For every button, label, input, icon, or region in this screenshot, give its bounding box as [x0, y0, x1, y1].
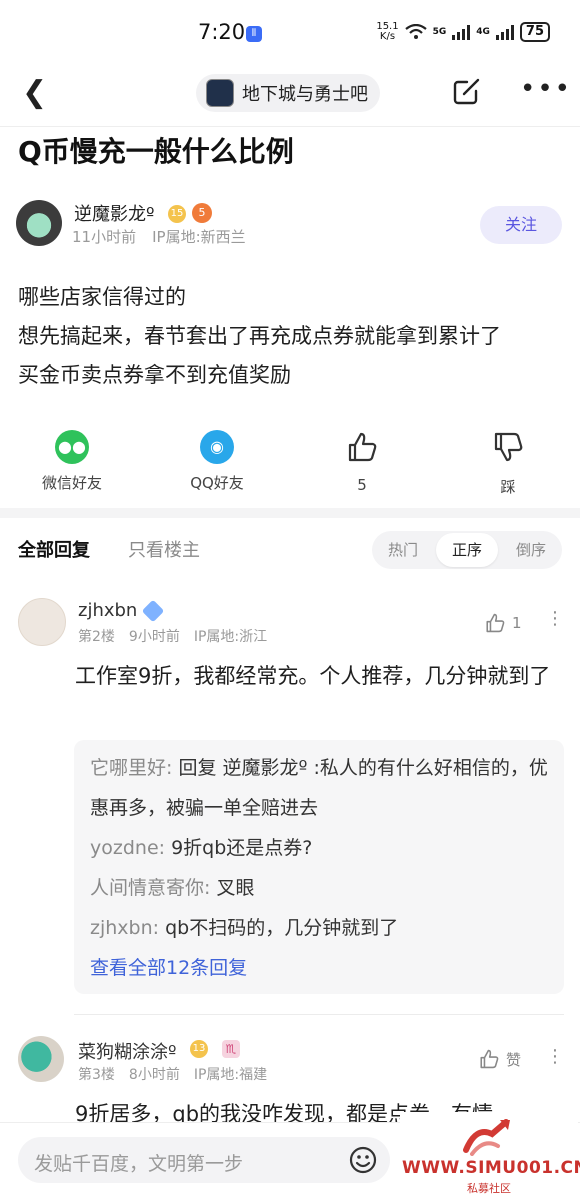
- sort-toggle: 热门 正序 倒序: [372, 531, 562, 569]
- sort-descending[interactable]: 倒序: [500, 531, 562, 569]
- more-icon[interactable]: •••: [520, 76, 572, 102]
- reply-ip: IP属地:浙江: [193, 629, 268, 645]
- post-body-line: 哪些店家信得过的: [18, 285, 186, 309]
- sub-reply-user[interactable]: 它哪里好:: [90, 757, 172, 779]
- fire-badge-icon: 5: [192, 203, 212, 223]
- sort-ascending[interactable]: 正序: [436, 533, 498, 567]
- signal-bars-2-icon: [495, 24, 514, 40]
- sub-reply: 它哪里好: 回复 逆魔影龙º :私人的有什么好相信的，优惠再多，被骗一单全赔进去: [90, 748, 550, 828]
- status-time: 7:20: [198, 20, 246, 44]
- post-time: 11小时前: [72, 228, 137, 246]
- thumbs-down-icon: [494, 432, 523, 462]
- reply-more-icon[interactable]: ⋮: [546, 610, 564, 628]
- signal-label-1: 5G: [432, 27, 447, 37]
- zodiac-badge-icon: ♏: [222, 1040, 240, 1058]
- reply-like-count: 1: [512, 614, 522, 632]
- sort-hot[interactable]: 热门: [372, 531, 434, 569]
- follow-button[interactable]: 关注: [480, 206, 562, 244]
- sub-reply-user[interactable]: yozdne:: [90, 837, 165, 859]
- reply-floor: 第3楼: [78, 1067, 115, 1083]
- dislike-label: 踩: [500, 478, 516, 496]
- tab-owner-only[interactable]: 只看楼主: [128, 536, 200, 562]
- section-divider: [0, 508, 580, 518]
- reply-meta: 第3楼 8小时前 IP属地:福建: [78, 1064, 267, 1084]
- post-ip: IP属地:新西兰: [152, 228, 246, 246]
- reply-avatar[interactable]: [18, 1036, 64, 1082]
- sub-reply-text: qb不扫码的，几分钟就到了: [165, 917, 399, 939]
- sub-replies[interactable]: 它哪里好: 回复 逆魔影龙º :私人的有什么好相信的，优惠再多，被骗一单全赔进去…: [74, 740, 564, 994]
- watermark-logo-icon: [463, 1119, 510, 1156]
- top-nav: ❮ 地下城与勇士吧 •••: [0, 62, 580, 127]
- wechat-label: 微信好友: [41, 474, 102, 492]
- watermark-name: 私募社区: [467, 1182, 511, 1195]
- reply-like-button[interactable]: 1: [484, 612, 522, 634]
- forum-avatar-icon: [206, 79, 234, 107]
- wifi-icon: [404, 24, 427, 39]
- signal-bars-1-icon: [452, 24, 471, 40]
- comment-placeholder: 发贴千百度，文明第一步: [34, 1153, 244, 1175]
- author-avatar[interactable]: [16, 200, 62, 246]
- net-speed: 15.1 K/s: [376, 21, 399, 42]
- qq-label: QQ好友: [190, 474, 244, 492]
- tab-all-replies[interactable]: 全部回复: [18, 536, 90, 562]
- wechat-icon: ●●: [55, 430, 89, 464]
- back-icon[interactable]: ❮: [22, 78, 47, 108]
- reply-author[interactable]: zjhxbn: [78, 600, 137, 621]
- post-body: 哪些店家信得过的 想先搞起来，春节套出了再充成点券就能拿到累计了 买金币卖点券拿…: [18, 278, 568, 395]
- comment-input[interactable]: 发贴千百度，文明第一步: [18, 1137, 390, 1183]
- sub-reply: 人间情意寄你: 叉眼: [90, 868, 550, 908]
- view-all-replies-link[interactable]: 查看全部12条回复: [90, 948, 550, 988]
- thumbs-up-icon: [486, 613, 505, 633]
- battery-level: 75: [519, 22, 550, 42]
- like-button[interactable]: 5: [312, 430, 412, 494]
- sub-reply-text: 9折qb还是点券?: [171, 837, 313, 859]
- reply-time: 8小时前: [128, 1067, 180, 1083]
- reply-text: 工作室9折，我都经常充。个人推荐，几分钟就到了: [75, 664, 551, 688]
- sub-reply-user[interactable]: zjhxbn:: [90, 917, 159, 939]
- signal-label-2: 4G: [476, 27, 490, 37]
- diamond-badge-icon: [141, 599, 165, 623]
- reply-author[interactable]: 菜狗糊涂涂º: [78, 1038, 176, 1064]
- watermark: WWW.SIMU001.CN 私募社区: [400, 1112, 580, 1196]
- reply-divider: [74, 1014, 564, 1015]
- post-title: Q币慢充一般什么比例: [18, 135, 294, 168]
- thumbs-up-icon: [480, 1049, 499, 1069]
- voice-indicator-icon: ⦀: [246, 26, 262, 42]
- level-badge: 15: [168, 205, 186, 223]
- reply-ip: IP属地:福建: [193, 1067, 268, 1083]
- post-body-line: 买金币卖点券拿不到充值奖励: [18, 363, 291, 387]
- post-body-line: 想先搞起来，春节套出了再充成点券就能拿到累计了: [18, 324, 501, 348]
- reply-like-button[interactable]: 赞: [478, 1048, 521, 1070]
- thumbs-up-icon: [348, 432, 377, 462]
- forum-name: 地下城与勇士吧: [242, 84, 368, 105]
- emoji-icon[interactable]: [348, 1145, 378, 1175]
- share-icon[interactable]: [452, 76, 482, 106]
- watermark-url: WWW.SIMU001.CN: [402, 1158, 580, 1178]
- share-wechat-button[interactable]: ●● 微信好友: [22, 430, 122, 493]
- reply-avatar[interactable]: [18, 598, 66, 646]
- sub-reply-user[interactable]: 人间情意寄你:: [90, 877, 210, 899]
- post-meta: 11小时前 IP属地:新西兰: [72, 226, 246, 247]
- dislike-button[interactable]: 踩: [458, 430, 558, 497]
- author-name[interactable]: 逆魔影龙º: [74, 200, 154, 226]
- sub-reply: zjhxbn: qb不扫码的，几分钟就到了: [90, 908, 550, 948]
- sub-reply: yozdne: 9折qb还是点券?: [90, 828, 550, 868]
- like-count: 5: [357, 476, 367, 494]
- reply-like-label: 赞: [506, 1050, 522, 1069]
- reply-more-icon[interactable]: ⋮: [546, 1048, 564, 1066]
- status-indicators: 15.1 K/s 5G 4G 75: [376, 22, 550, 42]
- share-qq-button[interactable]: ◉ QQ好友: [167, 430, 267, 493]
- reply-floor: 第2楼: [78, 629, 115, 645]
- level-badge: 13: [190, 1040, 208, 1058]
- forum-pill[interactable]: 地下城与勇士吧: [196, 74, 380, 112]
- reply-meta: 第2楼 9小时前 IP属地:浙江: [78, 626, 267, 646]
- sub-reply-text: 叉眼: [216, 877, 255, 899]
- qq-icon: ◉: [200, 430, 234, 464]
- reply-time: 9小时前: [128, 629, 180, 645]
